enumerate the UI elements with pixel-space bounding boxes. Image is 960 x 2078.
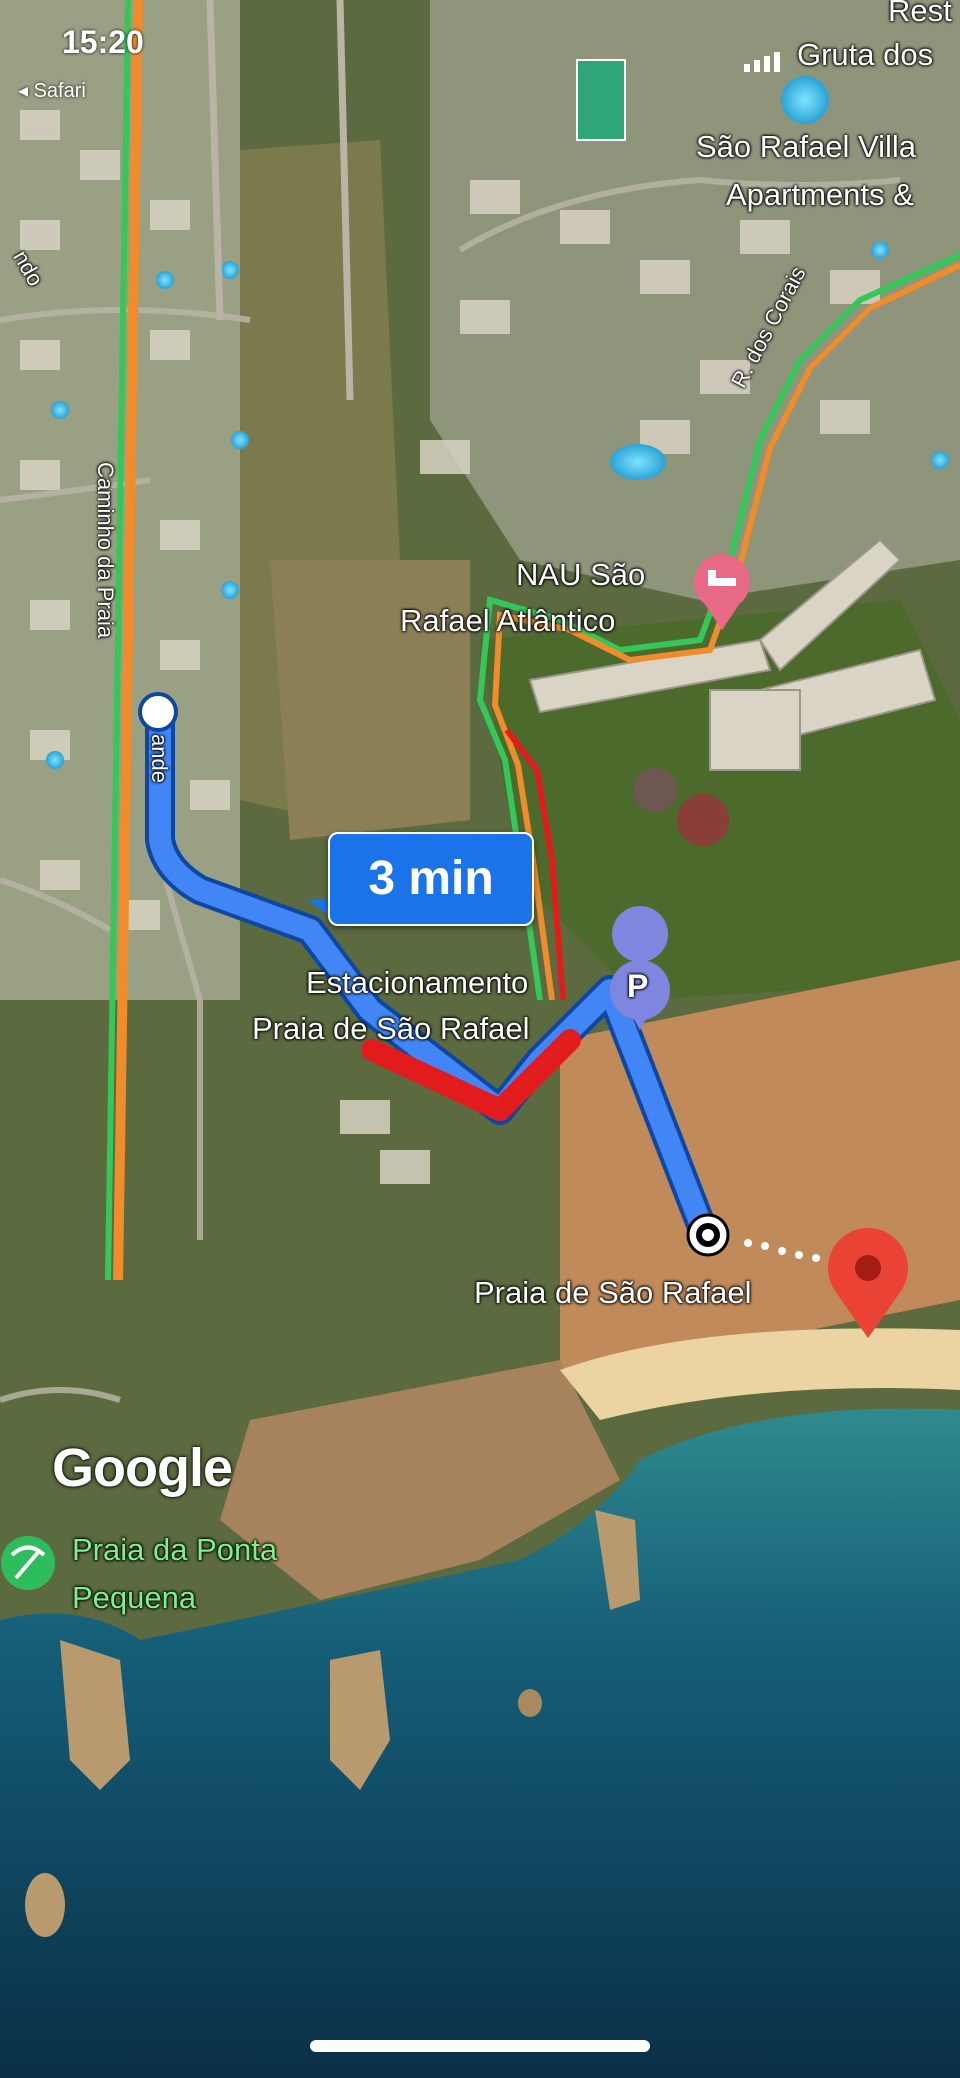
- route-end-marker[interactable]: [686, 1213, 730, 1257]
- label-parking-1[interactable]: Estacionamento: [306, 964, 528, 1002]
- route-start-marker[interactable]: [138, 692, 178, 732]
- label-beach[interactable]: Praia de São Rafael: [474, 1274, 751, 1312]
- label-road-caminho: Caminho da Praia: [93, 462, 118, 639]
- label-ponta-2[interactable]: Pequena: [72, 1578, 196, 1618]
- back-to-safari[interactable]: ◂ Safari: [18, 78, 86, 103]
- home-indicator[interactable]: [310, 2040, 650, 2052]
- label-ponta-1[interactable]: Praia da Ponta: [72, 1530, 277, 1570]
- label-gruta[interactable]: Gruta dos: [797, 36, 933, 74]
- beach-park-icon[interactable]: [1, 1536, 55, 1590]
- label-hotel-1[interactable]: NAU São: [516, 556, 645, 594]
- eta-bubble[interactable]: 3 min: [328, 832, 534, 926]
- status-time: 15:20: [62, 24, 144, 60]
- label-villa[interactable]: São Rafael Villa: [696, 128, 916, 166]
- label-road-caminho-end: ande: [147, 734, 172, 783]
- label-hotel-2[interactable]: Rafael Atlântico: [400, 602, 615, 640]
- label-parking-2[interactable]: Praia de São Rafael: [252, 1010, 529, 1048]
- label-rest[interactable]: Rest: [888, 0, 952, 30]
- label-villa-2[interactable]: Apartments &: [726, 176, 914, 214]
- parking-symbol: P: [627, 968, 649, 1004]
- google-logo: Google: [52, 1438, 233, 1498]
